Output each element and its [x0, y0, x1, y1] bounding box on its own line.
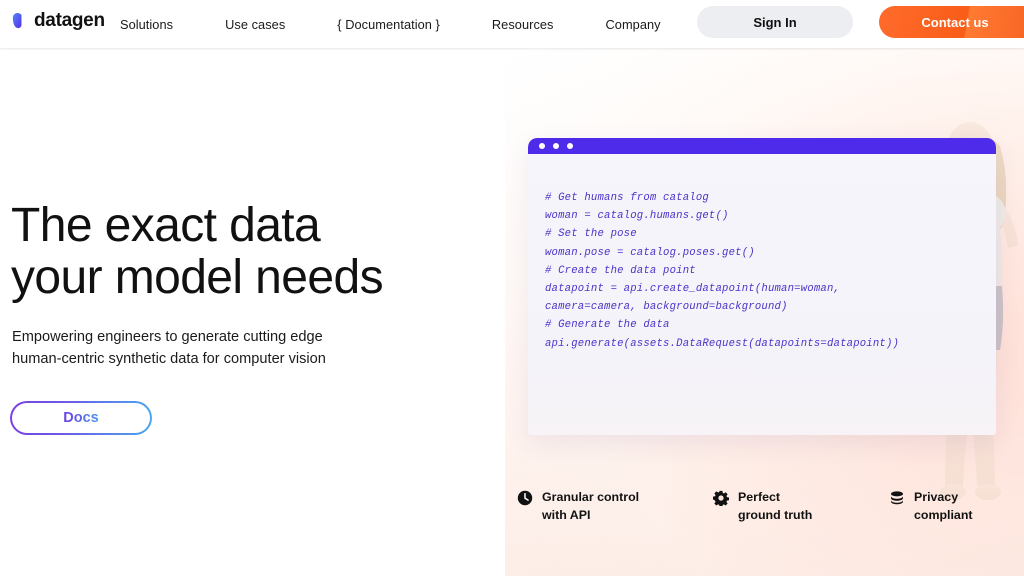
code-line: # Set the pose	[545, 228, 637, 241]
feature-perfect-ground-truth: Perfect ground truth	[713, 488, 889, 524]
docs-button-inner: Docs	[11, 402, 151, 434]
code-line: woman.pose = catalog.poses.get()	[545, 246, 755, 259]
clock-icon	[517, 490, 533, 506]
code-window-body: # Get humans from catalog woman = catalo…	[528, 154, 996, 435]
site-header: datagen Solutions Use cases { Documentat…	[0, 0, 1024, 48]
feature-label: Perfect ground truth	[738, 490, 813, 522]
feature-list: Granular control with API Perfect ground…	[517, 488, 1024, 548]
code-window: # Get humans from catalog woman = catalo…	[528, 138, 996, 435]
code-line: camera=camera, background=background)	[545, 301, 788, 314]
contact-us-button[interactable]: Contact us	[879, 6, 1024, 38]
code-line: api.generate(assets.DataRequest(datapoin…	[545, 337, 900, 350]
code-line: # Create the data point	[545, 264, 696, 277]
docs-button-label: Docs	[63, 410, 99, 426]
nav-item-solutions[interactable]: Solutions	[120, 17, 173, 32]
code-line: woman = catalog.humans.get()	[545, 210, 729, 223]
feature-granular-control: Granular control with API	[517, 488, 713, 524]
nav-item-documentation[interactable]: { Documentation }	[337, 17, 440, 32]
hero-visual-panel: # Get humans from catalog woman = catalo…	[505, 48, 1024, 576]
feature-privacy-compliant: Privacy compliant	[889, 488, 1024, 524]
logo-text: datagen	[34, 10, 105, 31]
landing-page: # Get humans from catalog woman = catalo…	[0, 0, 1024, 576]
datagen-droplet-logo-icon	[12, 13, 22, 29]
hero-text-panel: The exact data your model needs Empoweri…	[0, 48, 505, 576]
page-title: The exact data your model needs	[11, 199, 384, 304]
window-dot-minimize-icon[interactable]	[553, 143, 559, 149]
logo[interactable]: datagen	[10, 11, 105, 30]
sign-in-button[interactable]: Sign In	[697, 6, 853, 38]
database-icon	[891, 491, 903, 505]
gear-icon	[713, 490, 729, 506]
nav-item-company[interactable]: Company	[606, 17, 661, 32]
code-window-titlebar	[528, 138, 996, 154]
window-dot-close-icon[interactable]	[539, 143, 545, 149]
window-dot-maximize-icon[interactable]	[567, 143, 573, 149]
feature-label: Granular control with API	[542, 490, 640, 522]
nav-item-resources[interactable]: Resources	[492, 17, 554, 32]
nav-item-use-cases[interactable]: Use cases	[225, 17, 285, 32]
code-line: # Generate the data	[545, 319, 670, 332]
feature-label: Privacy compliant	[914, 490, 973, 522]
code-line: # Get humans from catalog	[545, 192, 709, 204]
main-navigation: Solutions Use cases { Documentation } Re…	[120, 0, 661, 48]
docs-button[interactable]: Docs	[10, 401, 152, 435]
code-line: datapoint = api.create_datapoint(human=w…	[545, 283, 841, 296]
page-subtitle: Empowering engineers to generate cutting…	[12, 329, 326, 367]
